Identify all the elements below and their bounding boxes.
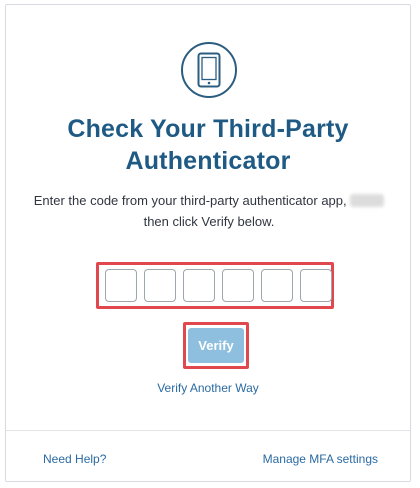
code-digit-2[interactable]: [144, 269, 176, 302]
title-line-1: Check Your Third-Party: [67, 115, 349, 143]
verify-another-way-link[interactable]: Verify Another Way: [6, 381, 410, 395]
mfa-card: Check Your Third-Party Authenticator Ent…: [5, 4, 411, 482]
verify-button[interactable]: Verify: [188, 328, 244, 363]
footer-divider: [6, 430, 410, 431]
page-title: Check Your Third-Party Authenticator: [6, 113, 410, 177]
code-digit-5[interactable]: [261, 269, 293, 302]
mobile-phone-icon: [181, 42, 237, 98]
manage-mfa-settings-link[interactable]: Manage MFA settings: [263, 452, 378, 466]
need-help-link[interactable]: Need Help?: [43, 452, 106, 466]
verify-button-highlight: Verify: [183, 322, 249, 369]
code-digit-1[interactable]: [105, 269, 137, 302]
instructions-text: Enter the code from your third-party aut…: [18, 190, 400, 232]
code-digit-6[interactable]: [300, 269, 332, 302]
instructions-line-2: then click Verify below.: [143, 214, 275, 229]
title-line-2: Authenticator: [125, 147, 291, 175]
code-digit-4[interactable]: [222, 269, 254, 302]
instructions-line-1: Enter the code from your third-party aut…: [33, 193, 347, 208]
verification-code-inputs: [96, 262, 334, 309]
redacted-app-name: [350, 194, 385, 207]
code-digit-3[interactable]: [183, 269, 215, 302]
